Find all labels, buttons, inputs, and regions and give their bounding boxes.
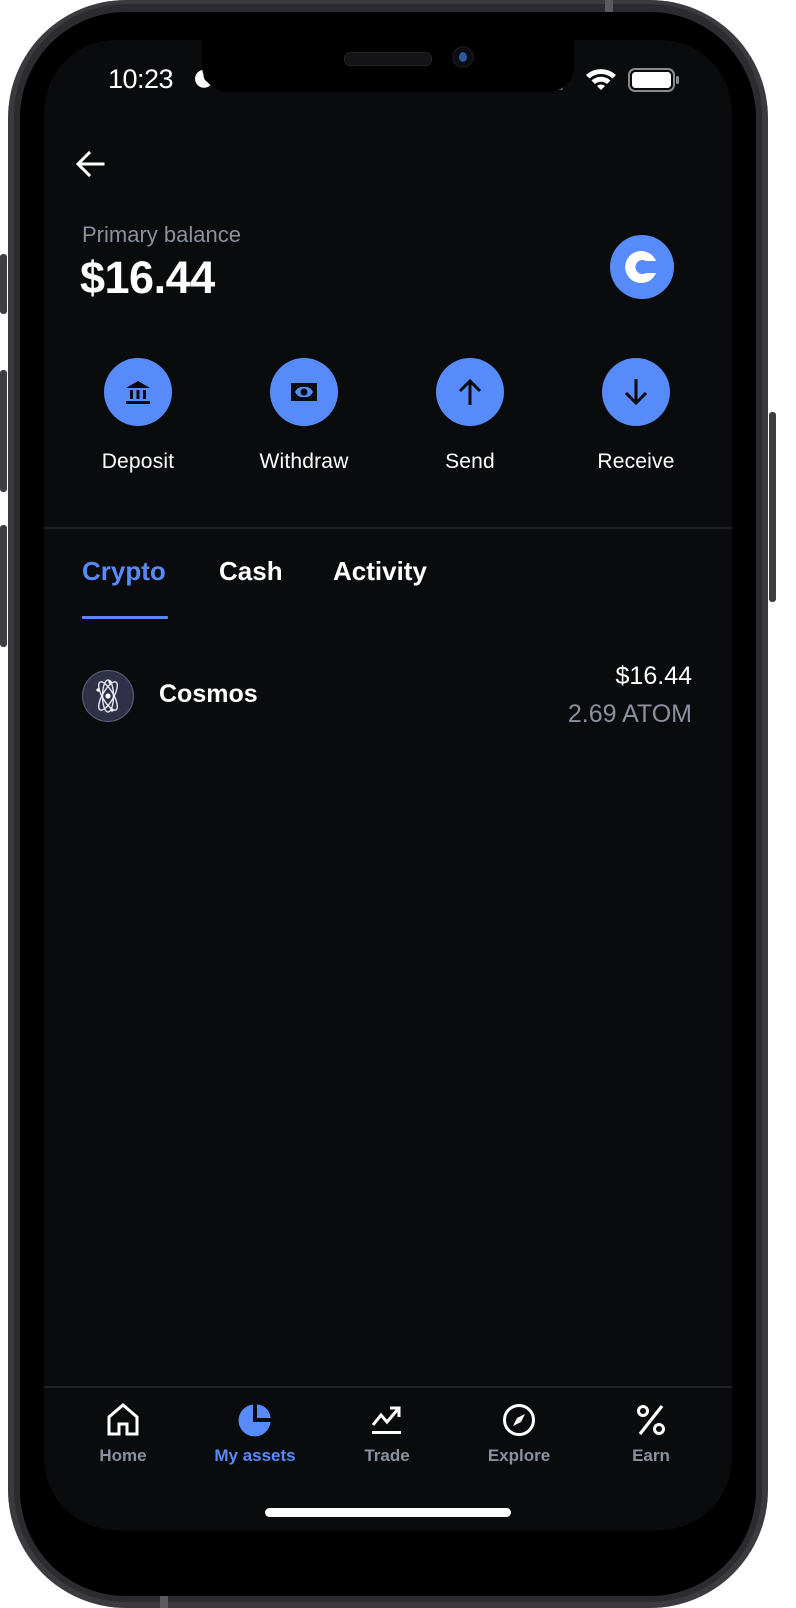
send-label: Send bbox=[445, 450, 495, 473]
withdraw-label: Withdraw bbox=[259, 450, 349, 473]
asset-fiat-value: $16.44 bbox=[615, 662, 692, 690]
home-icon bbox=[107, 1403, 139, 1436]
nav-my-assets[interactable]: My assets bbox=[195, 1402, 315, 1466]
receive-button-circle[interactable] bbox=[602, 358, 670, 426]
send-button[interactable]: Send bbox=[400, 358, 540, 474]
percent-icon bbox=[637, 1405, 665, 1435]
home-indicator[interactable] bbox=[265, 1508, 511, 1517]
atom-glyph bbox=[96, 679, 119, 713]
tab-crypto[interactable]: Crypto bbox=[82, 556, 166, 587]
quick-actions: Deposit Withdraw Send Receive bbox=[82, 358, 702, 478]
receive-label: Receive bbox=[597, 450, 675, 473]
coinbase-logo-icon bbox=[610, 235, 674, 299]
asset-name: Cosmos bbox=[159, 680, 258, 708]
arrow-down-icon bbox=[624, 379, 648, 406]
withdraw-button-circle[interactable] bbox=[270, 358, 338, 426]
balance-label: Primary balance bbox=[82, 222, 241, 247]
compass-icon bbox=[503, 1404, 535, 1436]
tab-activity[interactable]: Activity bbox=[333, 556, 427, 587]
status-time: 10:23 bbox=[108, 64, 174, 94]
back-button[interactable] bbox=[70, 144, 110, 184]
coinbase-c-glyph bbox=[625, 251, 656, 283]
nav-trade[interactable]: Trade bbox=[327, 1402, 447, 1466]
wifi-icon bbox=[586, 69, 616, 90]
volume-up-button bbox=[0, 370, 7, 492]
withdraw-button[interactable]: Withdraw bbox=[234, 358, 374, 474]
nav-trade-label: Trade bbox=[364, 1446, 410, 1465]
battery-icon bbox=[628, 68, 679, 92]
bank-icon bbox=[126, 381, 150, 404]
earpiece-speaker bbox=[344, 52, 432, 66]
front-camera bbox=[452, 46, 474, 68]
nav-home-label: Home bbox=[99, 1446, 147, 1465]
trade-chart-icon bbox=[371, 1406, 401, 1434]
section-divider bbox=[44, 527, 732, 529]
deposit-label: Deposit bbox=[101, 450, 175, 473]
tab-cash[interactable]: Cash bbox=[219, 556, 283, 587]
deposit-button[interactable]: Deposit bbox=[68, 358, 208, 474]
power-button bbox=[769, 412, 776, 602]
volume-down-button bbox=[0, 525, 7, 647]
nav-explore[interactable]: Explore bbox=[459, 1402, 579, 1466]
balance-value: $16.44 bbox=[80, 252, 215, 303]
deposit-button-circle[interactable] bbox=[104, 358, 172, 426]
receive-button[interactable]: Receive bbox=[566, 358, 706, 474]
cosmos-atom-icon bbox=[82, 670, 134, 722]
bottom-nav: Home My assets Trade Explore Earn bbox=[44, 1388, 732, 1488]
mute-switch bbox=[0, 254, 7, 314]
nav-earn-label: Earn bbox=[632, 1446, 670, 1465]
antenna-band bbox=[160, 1596, 168, 1608]
antenna-band bbox=[605, 0, 613, 12]
notch bbox=[202, 40, 574, 92]
nav-explore-label: Explore bbox=[487, 1446, 551, 1465]
cash-icon bbox=[291, 383, 317, 401]
pie-chart-icon bbox=[238, 1404, 271, 1437]
send-button-circle[interactable] bbox=[436, 358, 504, 426]
app-screen: 10:23 Primary balance $16.44 Deposit Wit… bbox=[44, 40, 732, 1530]
arrow-left-icon bbox=[75, 151, 105, 177]
arrow-up-icon bbox=[458, 378, 482, 405]
nav-home[interactable]: Home bbox=[63, 1402, 183, 1466]
nav-my-assets-label: My assets bbox=[214, 1446, 296, 1465]
asset-crypto-amount: 2.69 ATOM bbox=[567, 700, 692, 728]
asset-row-cosmos[interactable]: Cosmos $16.44 2.69 ATOM bbox=[82, 662, 694, 734]
nav-earn[interactable]: Earn bbox=[591, 1402, 711, 1466]
active-tab-indicator bbox=[82, 616, 168, 619]
